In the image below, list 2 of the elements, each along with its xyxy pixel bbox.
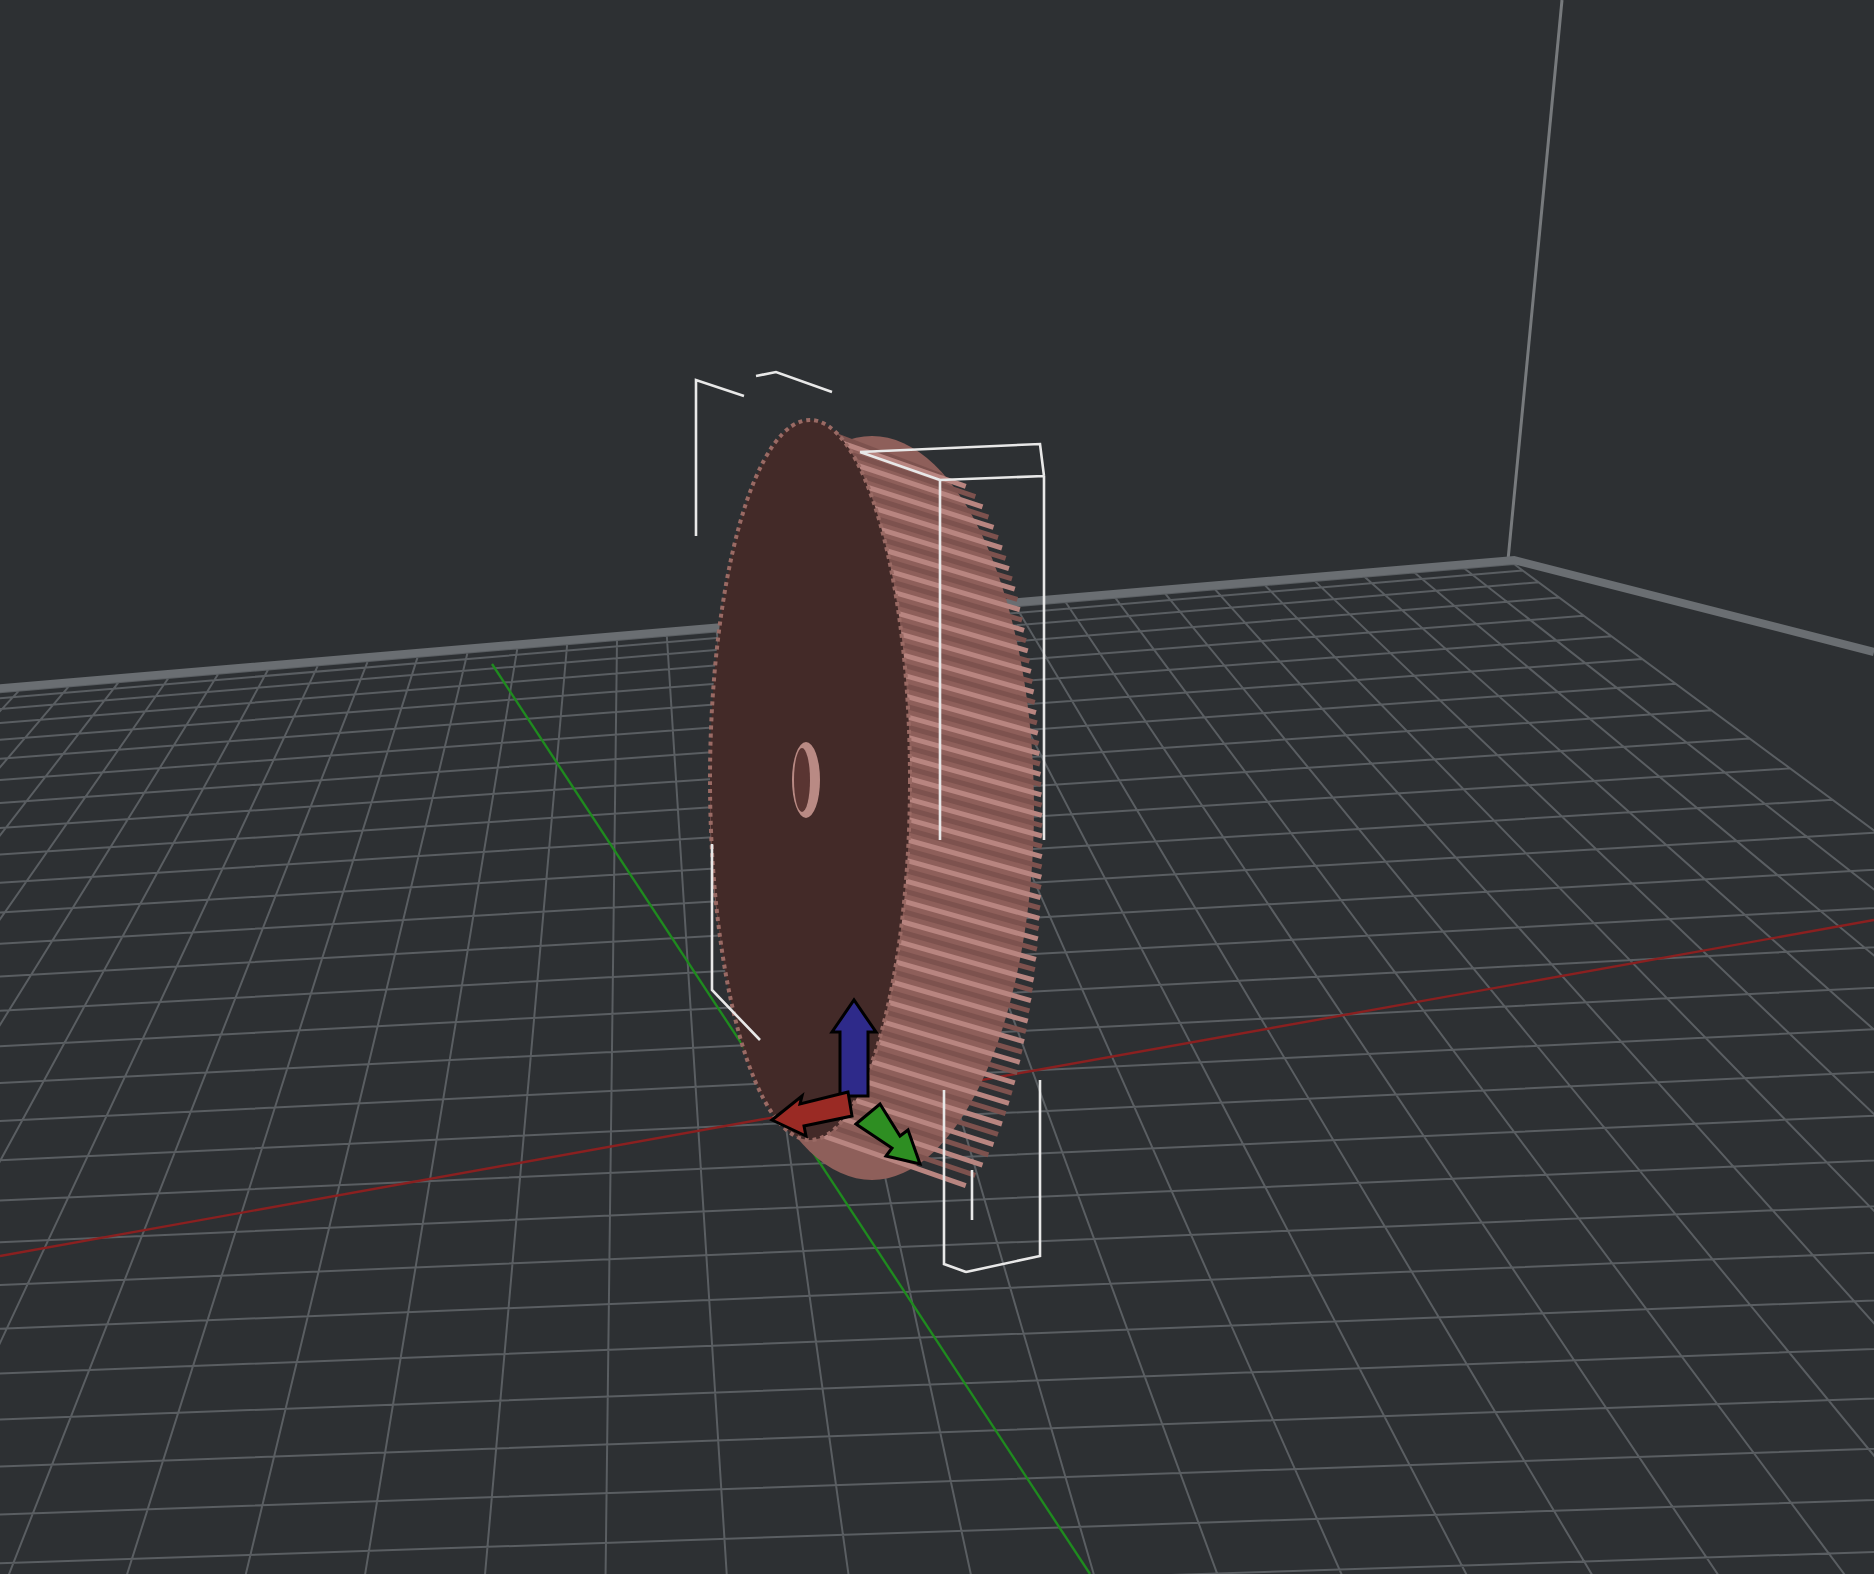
gear-drawing[interactable] [708, 418, 1043, 1189]
move-gizmo-drawing[interactable] [769, 997, 923, 1167]
